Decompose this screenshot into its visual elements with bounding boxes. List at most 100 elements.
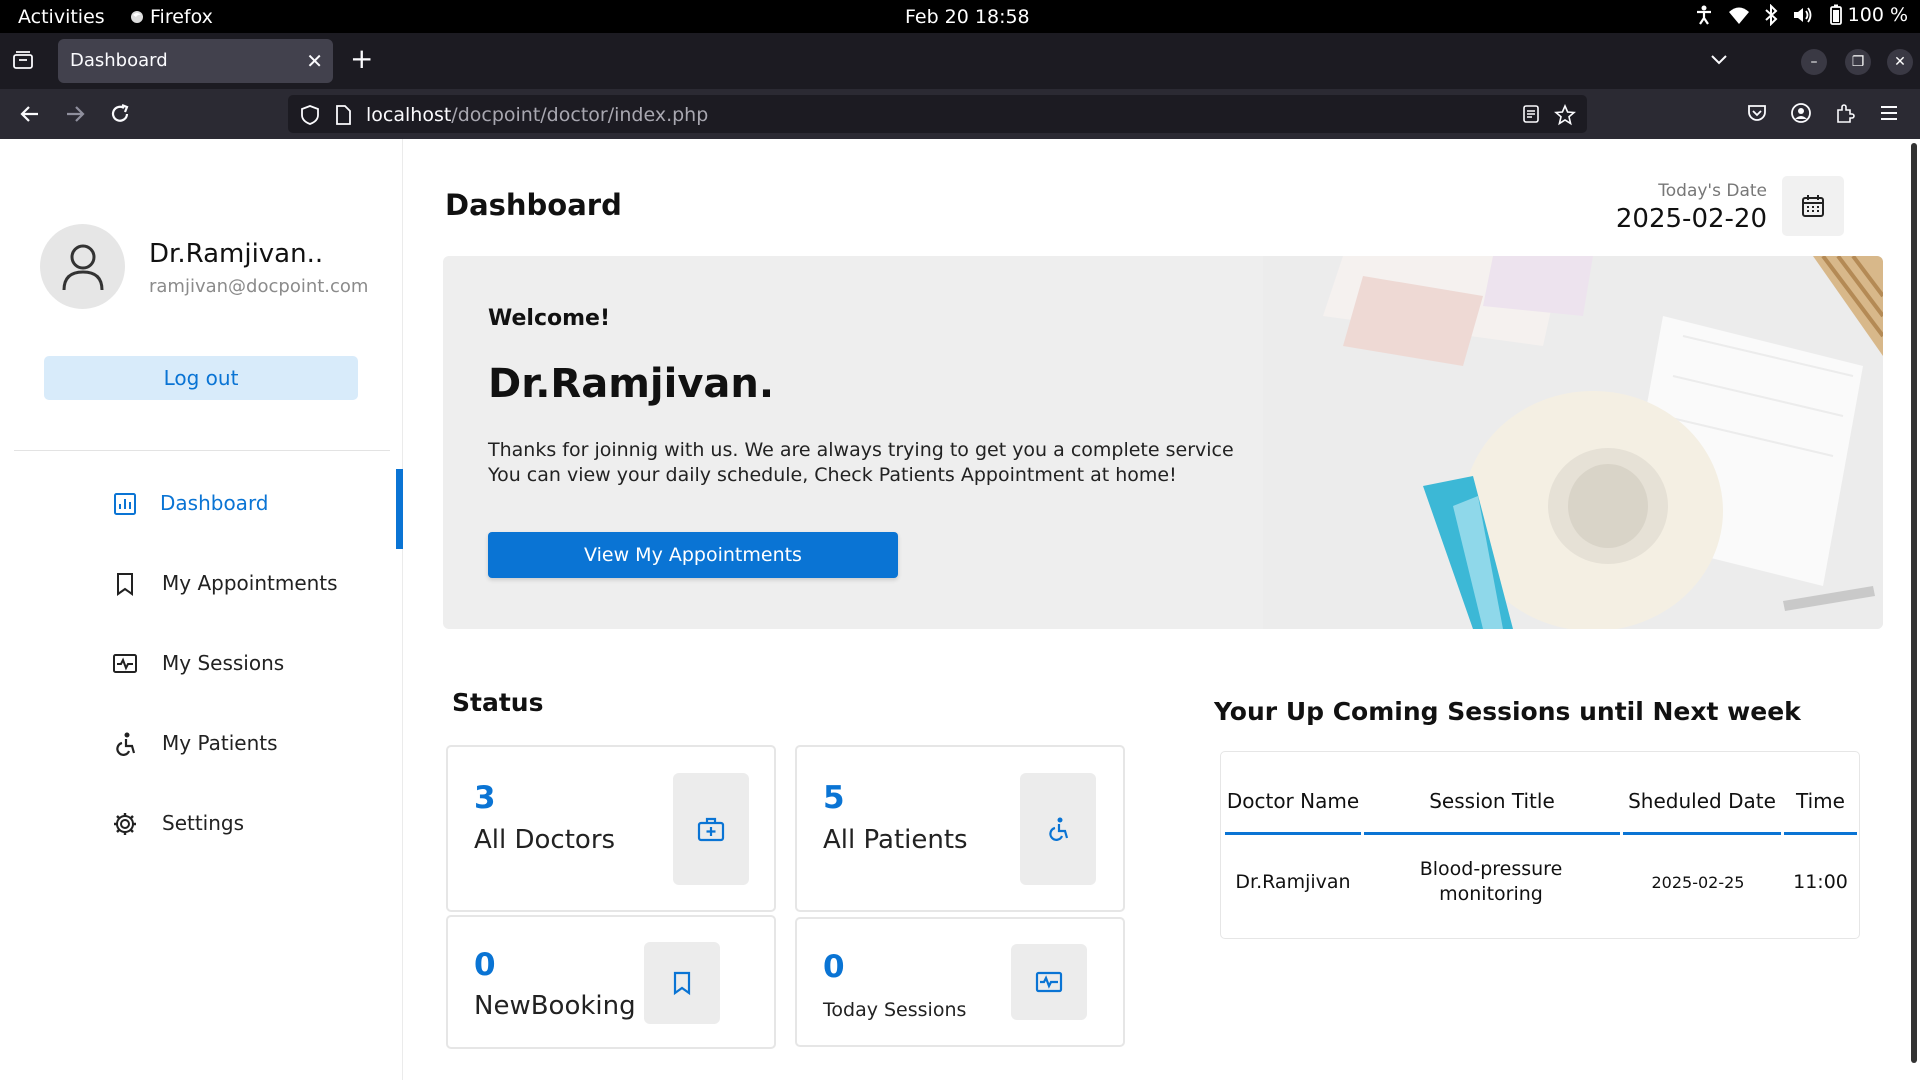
status-title: Status (452, 688, 544, 717)
wifi-icon[interactable] (1728, 5, 1750, 25)
sidebar-item-label: My Sessions (162, 651, 285, 675)
user-icon (62, 244, 103, 290)
table-header-time: Time (1784, 770, 1857, 835)
stat-label: NewBooking (474, 991, 636, 1021)
battery-level: 100 % (1847, 4, 1908, 26)
welcome-label: Welcome! (488, 306, 610, 331)
logout-button[interactable]: Log out (44, 356, 358, 400)
accessibility-icon[interactable] (1694, 4, 1714, 26)
stat-card-today-sessions[interactable]: 0 Today Sessions (795, 917, 1125, 1047)
calendar-button[interactable] (1782, 176, 1844, 236)
url-host: localhost (366, 104, 452, 126)
bookmark-icon (117, 573, 133, 596)
url-bar[interactable]: localhost/docpoint/doctor/index.php (288, 95, 1587, 133)
restore-button[interactable]: ❐ (1845, 49, 1871, 75)
bluetooth-icon[interactable] (1764, 4, 1778, 26)
patients-icon (116, 732, 136, 756)
reload-icon[interactable] (108, 102, 132, 126)
extensions-icon[interactable] (1834, 102, 1856, 124)
table-header-session-title: Session Title (1364, 770, 1620, 835)
stat-label: All Doctors (474, 825, 616, 855)
url-text: localhost/docpoint/doctor/index.php (366, 104, 708, 126)
dashboard-icon (114, 493, 136, 515)
shield-icon[interactable] (300, 104, 320, 126)
page-title: Dashboard (445, 188, 622, 222)
sidebar-item-label: My Appointments (162, 571, 338, 595)
clock[interactable]: Feb 20 18:58 (905, 6, 1030, 28)
battery-icon (1829, 4, 1842, 25)
gear-icon (114, 813, 136, 835)
sidebar-item-settings[interactable]: Settings (0, 789, 403, 859)
table-cell-date: 2025-02-25 (1651, 872, 1745, 892)
volume-icon[interactable] (1792, 5, 1814, 25)
sidebar-item-my-patients[interactable]: My Patients (0, 709, 403, 779)
medical-supplies-image (1263, 256, 1883, 629)
stat-value: 0 (474, 947, 496, 983)
welcome-line-2: You can view your daily schedule, Check … (488, 464, 1177, 486)
sidebar-item-dashboard[interactable]: Dashboard (0, 469, 403, 549)
profile-name: Dr.Ramjivan.. (149, 239, 324, 269)
stat-label: Today Sessions (823, 999, 967, 1021)
view-appointments-button[interactable]: View My Appointments (488, 532, 898, 578)
page-icon[interactable] (334, 104, 352, 126)
welcome-text: Thanks for joinnig with us. We are alway… (488, 438, 1288, 488)
account-icon[interactable] (1790, 102, 1812, 124)
url-path: /docpoint/doctor/index.php (451, 104, 709, 126)
close-window-button[interactable]: ✕ (1887, 49, 1913, 75)
stat-card-patients[interactable]: 5 All Patients (795, 745, 1125, 912)
sessions-icon (113, 654, 137, 673)
browser-tab-strip: Dashboard ✕ + – ❐ ✕ (0, 33, 1920, 89)
sidebar-item-label: Settings (162, 811, 245, 835)
reader-view-icon[interactable] (1522, 104, 1540, 124)
stat-icon-box (1011, 944, 1087, 1020)
system-top-bar: Activities Firefox Feb 20 18:58 100 % (0, 0, 1920, 33)
tab-list-icon[interactable] (12, 49, 34, 71)
sidebar-item-my-appointments[interactable]: My Appointments (0, 549, 403, 619)
new-tab-button[interactable]: + (350, 42, 373, 75)
welcome-name: Dr.Ramjivan. (488, 361, 775, 407)
sidebar-item-label: My Patients (162, 731, 278, 755)
hamburger-menu-icon[interactable] (1878, 102, 1900, 124)
pocket-icon[interactable] (1746, 102, 1768, 124)
date-label: Today's Date (1658, 181, 1767, 201)
app-name: Firefox (150, 6, 213, 28)
tab-dashboard[interactable]: Dashboard ✕ (58, 39, 333, 83)
stat-icon-box (1020, 773, 1096, 885)
system-tray[interactable]: 100 % (1694, 4, 1908, 26)
activities-button[interactable]: Activities (18, 6, 105, 28)
sidebar-item-label: Dashboard (160, 491, 269, 515)
table-header-date: Sheduled Date (1623, 770, 1781, 835)
chevron-down-icon[interactable] (1708, 48, 1730, 70)
welcome-line-1: Thanks for joinnig with us. We are alway… (488, 439, 1234, 461)
stat-card-new-booking[interactable]: 0 NewBooking (446, 915, 776, 1049)
date-value: 2025-02-20 (1615, 204, 1767, 234)
app-menu[interactable]: Firefox (130, 6, 213, 28)
forward-icon[interactable] (63, 102, 87, 126)
stat-card-doctors[interactable]: 3 All Doctors (446, 745, 776, 912)
tab-title: Dashboard (70, 50, 168, 71)
bookmark-star-icon[interactable] (1554, 104, 1576, 126)
stat-value: 5 (823, 780, 845, 816)
avatar (40, 224, 125, 309)
doctor-bag-icon (697, 817, 725, 842)
browser-nav-bar: localhost/docpoint/doctor/index.php (0, 89, 1920, 139)
minimize-button[interactable]: – (1801, 49, 1827, 75)
bookmark-icon (673, 971, 691, 996)
stat-value: 0 (823, 949, 845, 985)
sidebar-item-my-sessions[interactable]: My Sessions (0, 629, 403, 699)
firefox-icon (131, 11, 143, 23)
profile-email: ramjivan@docpoint.com (149, 276, 369, 297)
calendar-icon (1802, 195, 1824, 217)
sidebar-divider (14, 450, 390, 451)
main-content: Dashboard Today's Date 2025-02-20 Welcom… (404, 139, 1920, 1080)
table-cell-session-title: Blood-pressure monitoring (1419, 858, 1563, 905)
stat-icon-box (644, 942, 720, 1024)
table-cell-doctor: Dr.Ramjivan (1235, 870, 1351, 893)
page-scrollbar[interactable] (1911, 143, 1917, 1063)
close-tab-icon[interactable]: ✕ (306, 49, 323, 73)
battery-indicator[interactable]: 100 % (1828, 4, 1908, 26)
patients-icon (1049, 817, 1069, 841)
web-page: Dr.Ramjivan.. ramjivan@docpoint.com Log … (0, 139, 1920, 1080)
back-icon[interactable] (18, 102, 42, 126)
sidebar: Dr.Ramjivan.. ramjivan@docpoint.com Log … (0, 139, 403, 1080)
